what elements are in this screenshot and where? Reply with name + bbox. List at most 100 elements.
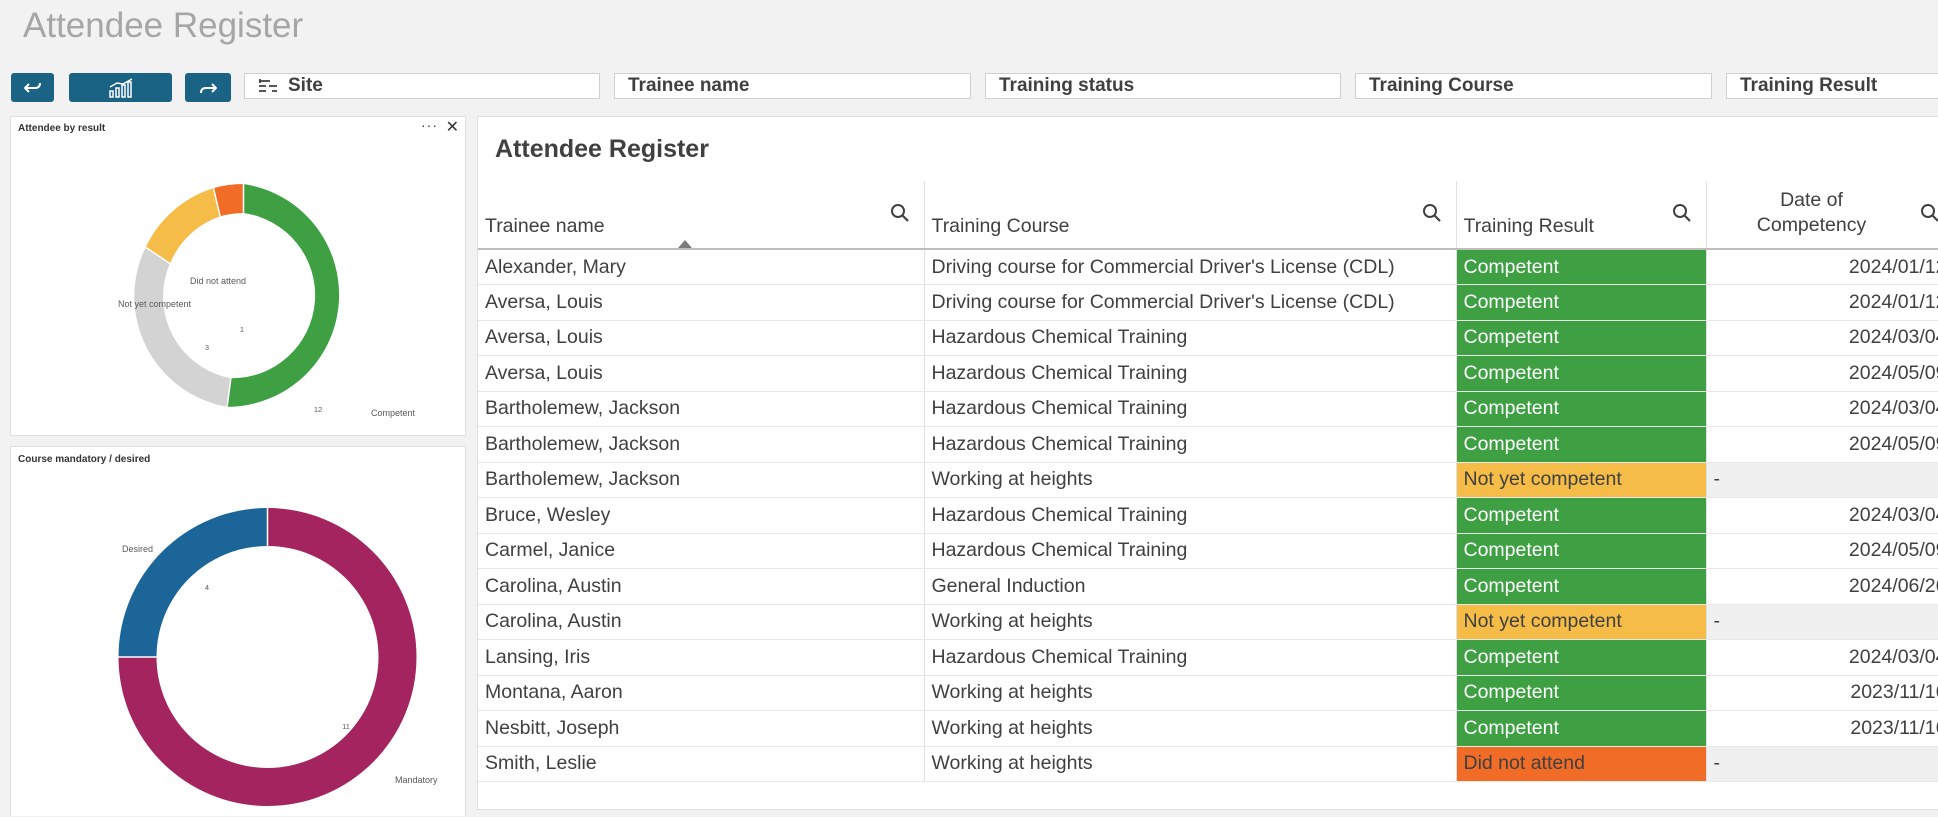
filter-training-status[interactable]: Training status [985,73,1341,99]
cell-training-result[interactable]: Competent [1456,391,1706,427]
cell-training-result[interactable]: Not yet competent [1456,604,1706,640]
cell-date-of-competency[interactable]: 2024/03/04 [1706,320,1938,356]
cell-training-course[interactable]: Hazardous Chemical Training [924,427,1456,463]
cell-training-course[interactable]: Hazardous Chemical Training [924,498,1456,534]
cell-trainee-name[interactable]: Alexander, Mary [478,249,924,285]
cell-training-course[interactable]: Hazardous Chemical Training [924,391,1456,427]
slice-competent[interactable] [227,184,339,407]
column-header-training-course[interactable]: Training Course [924,181,1456,249]
value-label-did-not-attend: 1 [240,325,244,334]
cell-trainee-name[interactable]: Bartholemew, Jackson [478,427,924,463]
filter-training-course[interactable]: Training Course [1355,73,1712,99]
filter-site[interactable]: Site [244,73,600,99]
cell-training-course[interactable]: Working at heights [924,675,1456,711]
table-row[interactable]: Nesbitt, JosephWorking at heightsCompete… [478,711,1938,747]
cell-date-of-competency[interactable]: 2024/05/09 [1706,533,1938,569]
column-header-date-of-competency[interactable]: Date of Competency [1706,181,1938,249]
cell-date-of-competency[interactable]: 2024/06/26 [1706,569,1938,605]
table-row[interactable]: Aversa, LouisHazardous Chemical Training… [478,356,1938,392]
cell-training-course[interactable]: Driving course for Commercial Driver's L… [924,285,1456,321]
cell-trainee-name[interactable]: Aversa, Louis [478,320,924,356]
table-row[interactable]: Montana, AaronWorking at heightsCompeten… [478,675,1938,711]
column-header-trainee-name[interactable]: Trainee name [478,181,924,249]
more-options-icon[interactable]: ··· [421,117,438,133]
cell-training-course[interactable]: Hazardous Chemical Training [924,356,1456,392]
table-row[interactable]: Carmel, JaniceHazardous Chemical Trainin… [478,533,1938,569]
table-row[interactable]: Bartholemew, JacksonWorking at heightsNo… [478,462,1938,498]
cell-training-result[interactable]: Competent [1456,320,1706,356]
cell-trainee-name[interactable]: Bruce, Wesley [478,498,924,534]
table-row[interactable]: Aversa, LouisHazardous Chemical Training… [478,320,1938,356]
cell-training-result[interactable]: Competent [1456,356,1706,392]
column-header-training-result[interactable]: Training Result [1456,181,1706,249]
cell-training-result[interactable]: Competent [1456,640,1706,676]
cell-trainee-name[interactable]: Smith, Leslie [478,746,924,782]
cell-training-result[interactable]: Competent [1456,249,1706,285]
cell-trainee-name[interactable]: Aversa, Louis [478,285,924,321]
filter-trainee-name[interactable]: Trainee name [614,73,971,99]
cell-training-result[interactable]: Competent [1456,675,1706,711]
column-header-label: Training Course [932,215,1070,237]
table-row[interactable]: Carolina, AustinGeneral InductionCompete… [478,569,1938,605]
insights-button[interactable] [69,73,172,102]
cell-date-of-competency[interactable]: - [1706,462,1938,498]
cell-training-course[interactable]: Working at heights [924,604,1456,640]
cell-date-of-competency[interactable]: 2024/03/04 [1706,640,1938,676]
back-button[interactable] [11,73,54,102]
cell-trainee-name[interactable]: Bartholemew, Jackson [478,391,924,427]
search-icon[interactable] [1422,203,1442,223]
cell-training-course[interactable]: Driving course for Commercial Driver's L… [924,249,1456,285]
cell-training-result[interactable]: Not yet competent [1456,462,1706,498]
table-row[interactable]: Aversa, LouisDriving course for Commerci… [478,285,1938,321]
cell-trainee-name[interactable]: Carolina, Austin [478,569,924,605]
cell-training-result[interactable]: Competent [1456,498,1706,534]
cell-trainee-name[interactable]: Nesbitt, Joseph [478,711,924,747]
cell-training-course[interactable]: General Induction [924,569,1456,605]
cell-date-of-competency[interactable]: 2023/11/16 [1706,675,1938,711]
slice-not-yet-competent[interactable] [146,188,220,263]
table-row[interactable]: Bartholemew, JacksonHazardous Chemical T… [478,391,1938,427]
cell-trainee-name[interactable]: Aversa, Louis [478,356,924,392]
close-icon[interactable]: ✕ [446,117,459,137]
cell-date-of-competency[interactable]: 2024/03/04 [1706,391,1938,427]
cell-date-of-competency[interactable]: - [1706,746,1938,782]
cell-training-result[interactable]: Competent [1456,427,1706,463]
cell-date-of-competency[interactable]: 2023/11/16 [1706,711,1938,747]
search-icon[interactable] [890,203,910,223]
cell-trainee-name[interactable]: Carmel, Janice [478,533,924,569]
slice-scheduled[interactable] [134,247,231,406]
cell-training-result[interactable]: Competent [1456,711,1706,747]
table-row[interactable]: Bartholemew, JacksonHazardous Chemical T… [478,427,1938,463]
table-row[interactable]: Lansing, IrisHazardous Chemical Training… [478,640,1938,676]
cell-date-of-competency[interactable]: 2024/05/09 [1706,356,1938,392]
cell-training-course[interactable]: Working at heights [924,462,1456,498]
filter-training-result[interactable]: Training Result [1726,73,1938,99]
cell-training-course[interactable]: Working at heights [924,711,1456,747]
forward-button[interactable] [185,73,231,102]
cell-date-of-competency[interactable]: 2024/01/12 [1706,249,1938,285]
cell-training-course[interactable]: Hazardous Chemical Training [924,640,1456,676]
cell-date-of-competency[interactable]: 2024/03/04 [1706,498,1938,534]
cell-date-of-competency[interactable]: 2024/05/09 [1706,427,1938,463]
redo-icon [199,80,217,96]
search-icon[interactable] [1672,203,1692,223]
cell-trainee-name[interactable]: Bartholemew, Jackson [478,462,924,498]
cell-trainee-name[interactable]: Montana, Aaron [478,675,924,711]
cell-training-course[interactable]: Working at heights [924,746,1456,782]
cell-trainee-name[interactable]: Carolina, Austin [478,604,924,640]
table-row[interactable]: Alexander, MaryDriving course for Commer… [478,249,1938,285]
cell-training-result[interactable]: Competent [1456,285,1706,321]
cell-training-result[interactable]: Did not attend [1456,746,1706,782]
search-icon[interactable] [1920,203,1938,223]
table-row[interactable]: Bruce, WesleyHazardous Chemical Training… [478,498,1938,534]
cell-training-result[interactable]: Competent [1456,569,1706,605]
table-row[interactable]: Smith, LeslieWorking at heightsDid not a… [478,746,1938,782]
cell-trainee-name[interactable]: Lansing, Iris [478,640,924,676]
cell-date-of-competency[interactable]: 2024/01/12 [1706,285,1938,321]
cell-training-course[interactable]: Hazardous Chemical Training [924,533,1456,569]
slice-desired[interactable] [119,508,268,657]
table-row[interactable]: Carolina, AustinWorking at heightsNot ye… [478,604,1938,640]
cell-training-course[interactable]: Hazardous Chemical Training [924,320,1456,356]
cell-date-of-competency[interactable]: - [1706,604,1938,640]
cell-training-result[interactable]: Competent [1456,533,1706,569]
